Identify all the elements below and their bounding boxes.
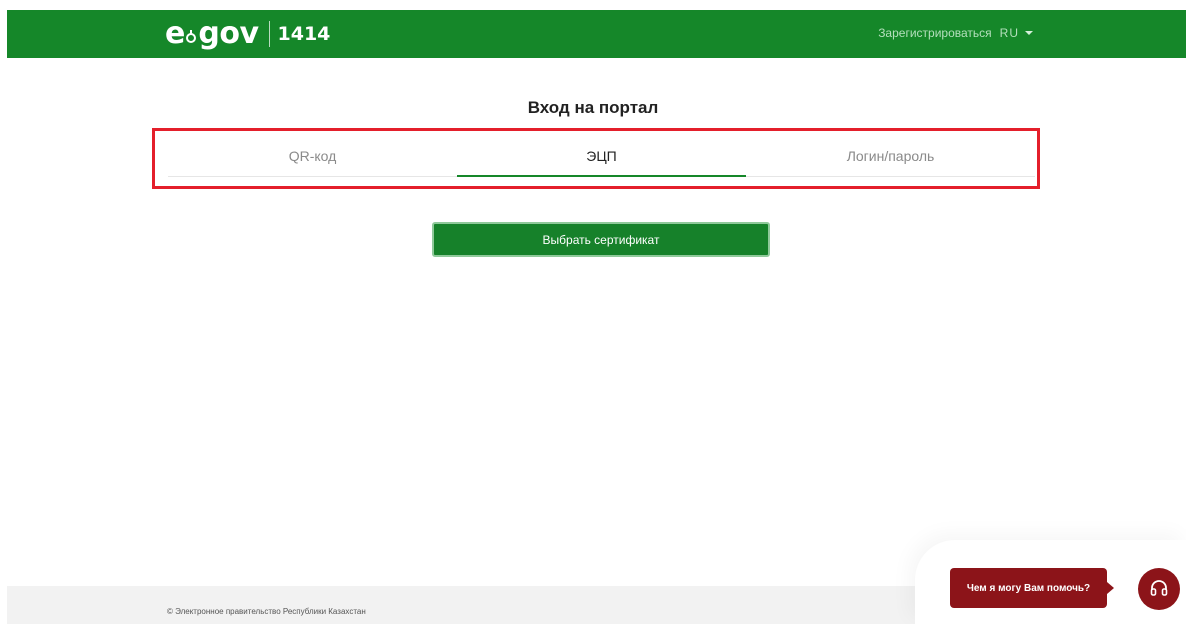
logo-e: e	[165, 16, 186, 51]
egov-logo[interactable]: e gov 1414	[165, 18, 330, 50]
header-actions: Зарегистрироваться RU	[878, 26, 1033, 40]
select-certificate-button[interactable]: Выбрать сертификат	[432, 222, 770, 257]
logo-separator	[268, 21, 270, 47]
top-header: e gov 1414 Зарегистрироваться RU	[7, 10, 1186, 58]
help-chat-bubble[interactable]: Чем я могу Вам помочь?	[950, 568, 1114, 608]
language-label: RU	[999, 26, 1019, 40]
headset-icon	[1150, 580, 1168, 596]
tab-login-password[interactable]: Логин/пароль	[746, 143, 1035, 176]
language-selector[interactable]: RU	[1000, 26, 1033, 40]
register-link[interactable]: Зарегистрироваться	[878, 26, 991, 40]
tab-ecp[interactable]: ЭЦП	[457, 143, 746, 177]
footer-copyright: © Электронное правительство Республики К…	[167, 607, 366, 616]
logo-gov: gov	[198, 16, 259, 51]
login-method-tabs: QR-код ЭЦП Логин/пароль	[168, 143, 1035, 177]
chevron-down-icon	[1025, 31, 1033, 35]
help-chat-button[interactable]	[1138, 568, 1180, 610]
tab-qr-code[interactable]: QR-код	[168, 143, 457, 176]
logo-number: 1414	[277, 23, 331, 45]
tabs-highlight-frame: QR-код ЭЦП Логин/пароль	[152, 128, 1040, 189]
logo-mark-icon	[186, 30, 197, 43]
page-title: Вход на портал	[527, 98, 659, 117]
